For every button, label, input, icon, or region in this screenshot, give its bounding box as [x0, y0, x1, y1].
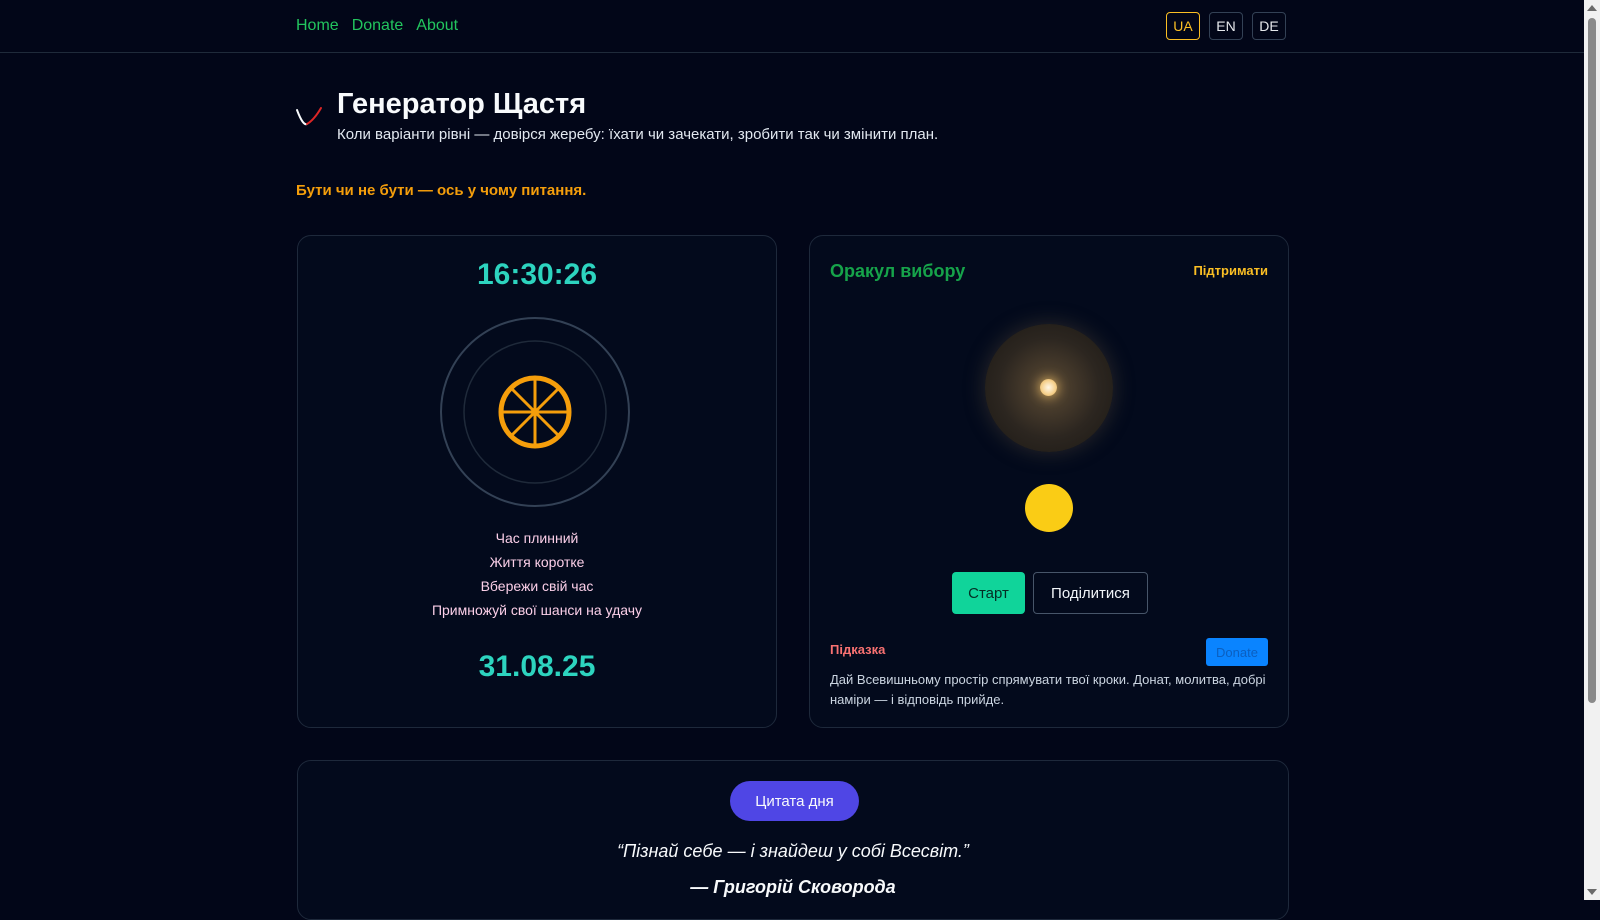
- share-button[interactable]: Поділитися: [1033, 572, 1148, 614]
- nav-link-about[interactable]: About: [416, 17, 458, 35]
- page-title: Генератор Щастя: [337, 88, 587, 120]
- clock-line-3: Вбережи свій час: [480, 578, 594, 594]
- quote-text: “Пізнай себе — і знайдеш у собі Всесвіт.…: [617, 841, 969, 861]
- lang-button-ua[interactable]: UA: [1166, 12, 1200, 40]
- hint-label: Підказка: [830, 642, 886, 657]
- clock-line-2: Життя коротке: [489, 554, 585, 570]
- lang-button-en[interactable]: EN: [1209, 12, 1243, 40]
- scrollbar-thumb[interactable]: [1588, 18, 1596, 703]
- quote-card: Цитата дня “Пізнай себе — і знайдеш у со…: [297, 760, 1289, 920]
- support-link[interactable]: Підтримати: [1193, 263, 1268, 278]
- clock-lines: Час плинний Життя коротке Вбережи свій ч…: [298, 526, 776, 622]
- clock-time: 16:30:26: [476, 258, 598, 291]
- language-switcher: UA EN DE: [1166, 12, 1286, 40]
- clock-card: 16:30:26 Час плинний Життя коротке Вбере…: [297, 235, 777, 728]
- nav-links: Home Donate About: [296, 17, 458, 35]
- sun-indicator-icon: [1025, 484, 1073, 532]
- oracle-card: Оракул вибору Підтримати Старт Поділитис…: [809, 235, 1289, 728]
- wishbone-icon: [296, 107, 322, 126]
- nav-link-donate[interactable]: Donate: [352, 17, 404, 35]
- tagline: Бути чи не бути — ось у чому питання.: [296, 182, 587, 199]
- quote-author: — Григорій Сковорода: [690, 877, 896, 897]
- scroll-up-arrow-icon[interactable]: [1587, 5, 1597, 11]
- clock-date: 31.08.25: [478, 650, 596, 683]
- hint-text: Дай Всевишньому простір спрямувати твої …: [830, 672, 1266, 707]
- clock-line-4: Примножуй свої шанси на удачу: [431, 602, 643, 618]
- orb-core-icon: [1040, 379, 1057, 396]
- top-navbar: Home Donate About UA EN DE: [0, 0, 1584, 53]
- nav-link-home[interactable]: Home: [296, 17, 339, 35]
- wheel-dial: [440, 317, 630, 507]
- quote-of-day-button[interactable]: Цитата дня: [730, 781, 859, 821]
- page-scrollbar[interactable]: [1584, 0, 1600, 900]
- lang-button-de[interactable]: DE: [1252, 12, 1286, 40]
- page-subtitle: Коли варіанти рівні — довірся жеребу: їх…: [337, 126, 939, 143]
- donate-button[interactable]: Donate: [1206, 638, 1268, 666]
- fortune-wheel-icon: [498, 375, 572, 449]
- oracle-orb[interactable]: [985, 324, 1113, 452]
- start-button[interactable]: Старт: [952, 572, 1025, 614]
- clock-line-1: Час плинний: [495, 530, 579, 546]
- scroll-down-arrow-icon[interactable]: [1587, 889, 1597, 895]
- oracle-title: Оракул вибору: [830, 261, 966, 281]
